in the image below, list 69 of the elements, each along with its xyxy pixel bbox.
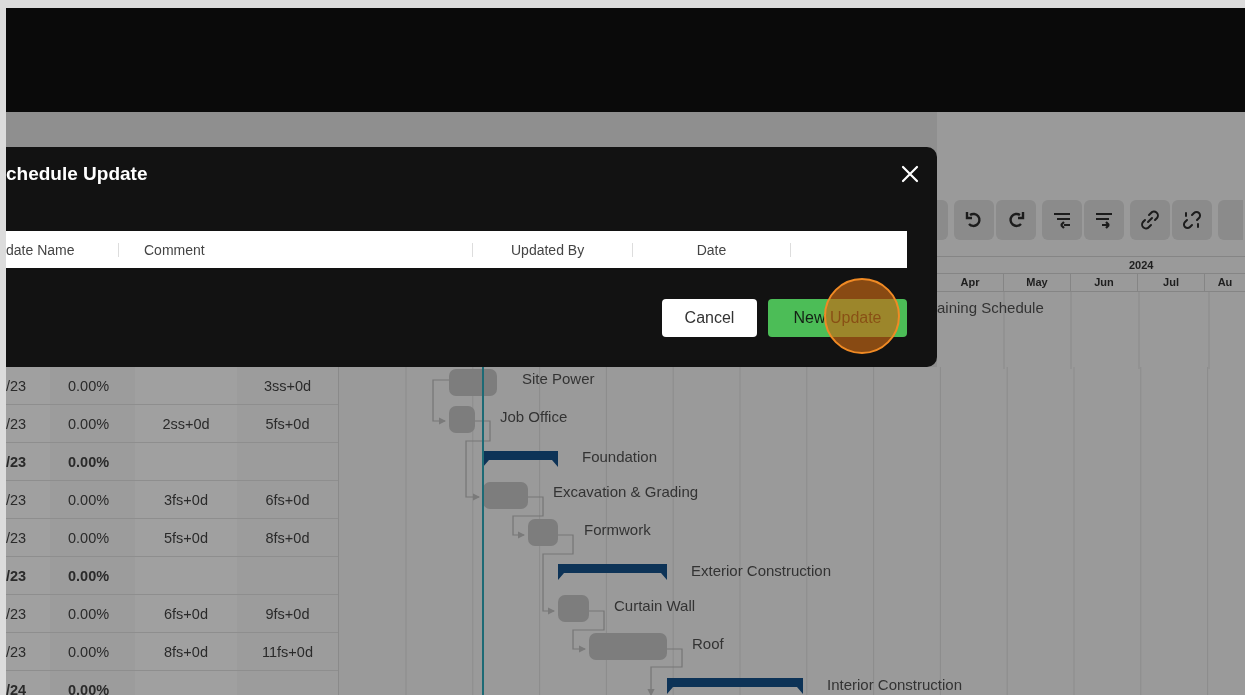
undo-icon [964,210,984,230]
redo-icon [1006,210,1026,230]
table-cell: 3ss+0d [263,377,312,394]
table-cell: /23 [6,415,27,432]
table-cell: 9fs+0d [265,605,310,622]
table-cell: 0.00% [68,377,110,394]
connector-arrow [432,379,450,425]
table-cell: /23 [6,529,27,546]
month-label: May [1004,274,1071,291]
redo-button[interactable] [996,200,1036,240]
table-cell: /24 [6,681,27,695]
summary-bar[interactable] [667,678,803,694]
task-label: Curtain Wall [614,596,696,614]
task-label: Site Power [522,369,595,387]
column-header[interactable]: Date [633,241,790,258]
table-cell: 0.00% [68,605,110,622]
table-cell: /23 [6,491,27,508]
link-button[interactable] [1130,200,1170,240]
table-cell: /23 [6,377,27,394]
year-label: 2024 [1129,259,1154,271]
table-cell: /23 [6,567,27,584]
task-label: Excavation & Grading [553,482,699,500]
task-label: Roof [692,634,724,652]
task-label: aining Schedule [937,299,1044,316]
column-header[interactable]: date Name [6,241,118,258]
table-cell: 3fs+0d [164,491,208,508]
month-label: Jun [1071,274,1138,291]
close-icon[interactable] [901,165,919,183]
month-label: Au [1216,275,1234,290]
task-label: Job Office [500,407,568,425]
table-cell: 0.00% [68,529,110,546]
indent-button[interactable] [1084,200,1124,240]
summary-bar[interactable] [483,451,558,467]
table-cell: 2ss+0d [162,415,210,432]
table-cell: 8fs+0d [164,643,208,660]
table-cell: /23 [6,453,27,470]
unlink-icon [1182,210,1202,230]
summary-bar[interactable] [558,564,667,580]
task-label: Foundation [582,447,658,465]
table-cell: 0.00% [68,453,110,470]
task-label: Exterior Construction [691,561,832,579]
table-cell: /23 [6,643,27,660]
task-label: Formwork [584,520,651,538]
month-label: Jul [1138,274,1205,291]
table-cell: 0.00% [68,681,110,695]
table-cell: 0.00% [68,415,110,432]
table-cell: 5fs+0d [265,415,310,432]
task-label: Interior Construction [827,675,963,693]
dialog-title: chedule Update [6,163,148,185]
connector-arrow [647,648,683,695]
cancel-button[interactable]: Cancel [662,299,757,337]
month-label: Apr [937,274,1004,291]
unlink-button[interactable] [1172,200,1212,240]
table-cell: 5fs+0d [164,529,208,546]
outdent-button[interactable] [1042,200,1082,240]
link-icon [1140,210,1160,230]
table-cell: 11fs+0d [262,643,313,660]
table-cell: 8fs+0d [265,529,310,546]
indent-icon [1094,210,1114,230]
column-header[interactable]: Comment [119,241,472,258]
undo-button[interactable] [954,200,994,240]
table-cell: 6fs+0d [265,491,310,508]
outdent-icon [1052,210,1072,230]
table-cell: 0.00% [68,643,110,660]
table-cell: 0.00% [68,567,110,584]
column-header[interactable]: Updated By [473,241,632,258]
table-cell: 6fs+0d [164,605,208,622]
table-cell: /23 [6,605,27,622]
table-cell: 0.00% [68,491,110,508]
